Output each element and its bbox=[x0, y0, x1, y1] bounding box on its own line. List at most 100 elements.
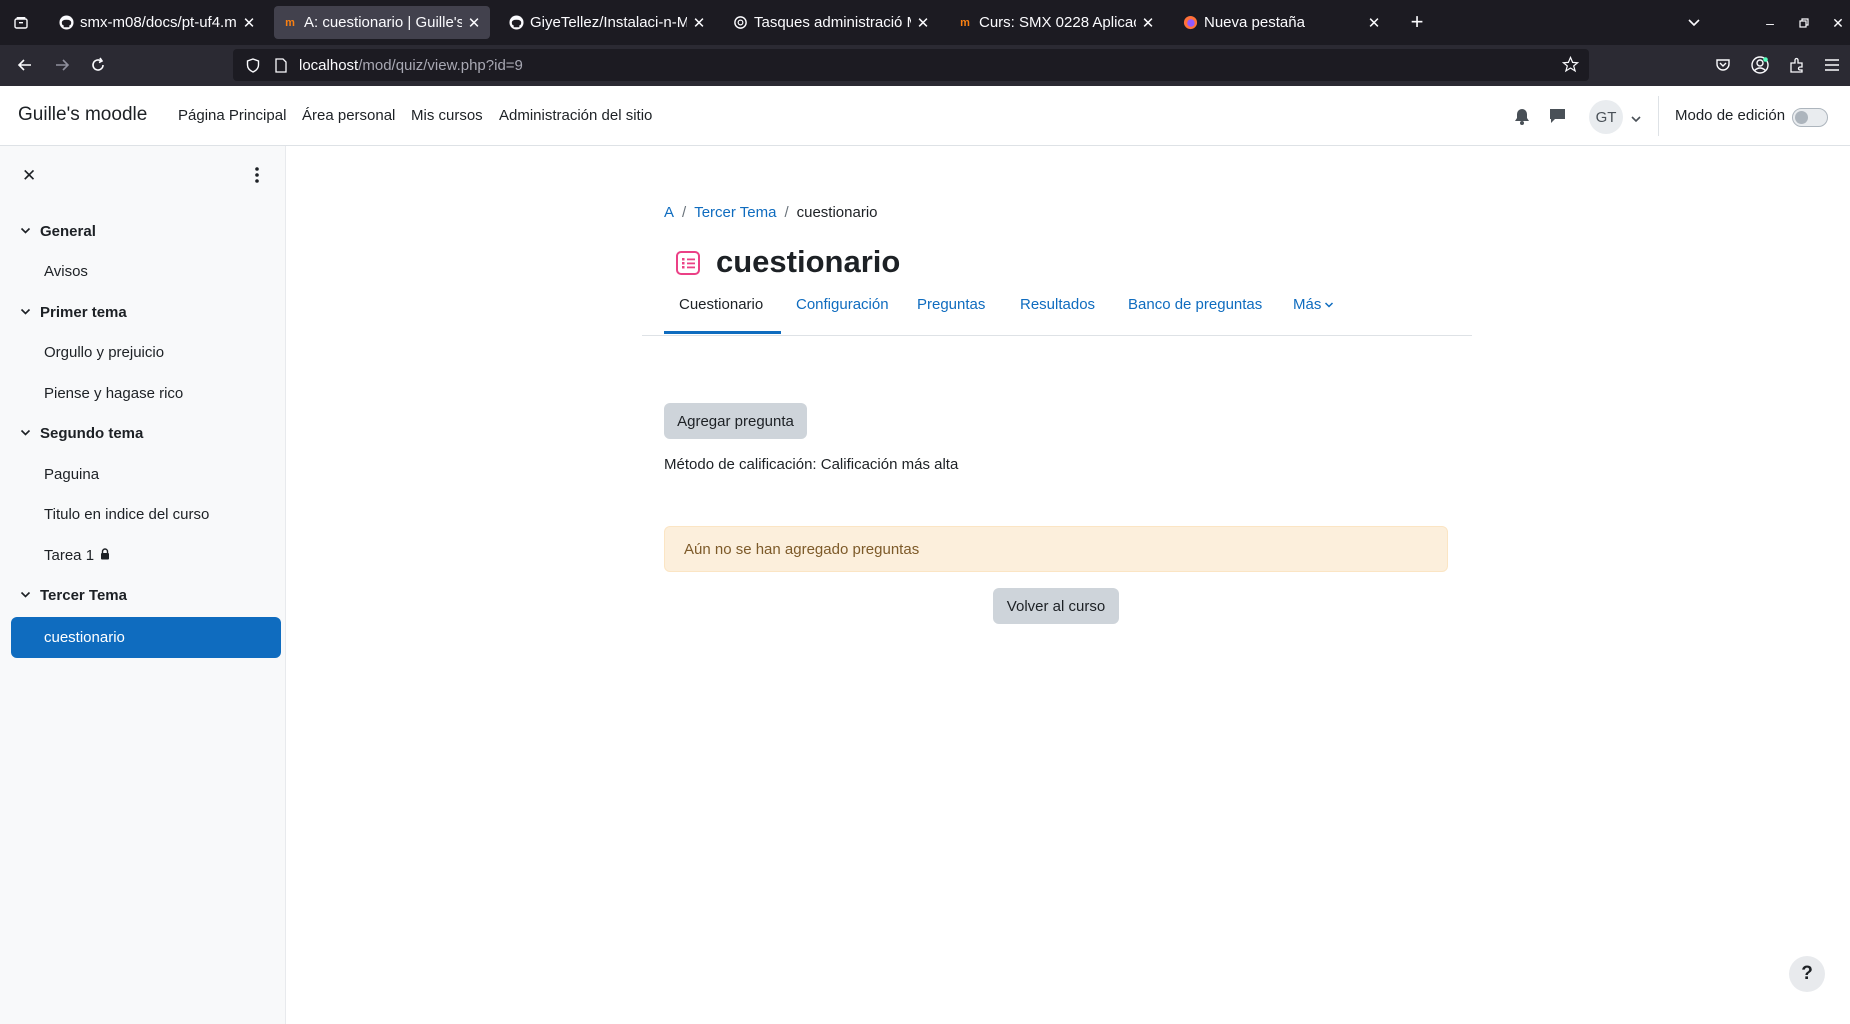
help-button[interactable]: ? bbox=[1789, 956, 1825, 992]
browser-tab[interactable]: GiyeTellez/Instalaci-n-Moodle ✕ bbox=[500, 6, 715, 39]
tab-title: GiyeTellez/Instalaci-n-Moodle bbox=[530, 14, 687, 31]
no-questions-alert: Aún no se han agregado preguntas bbox=[664, 526, 1448, 572]
moodle-icon: m bbox=[960, 16, 970, 29]
minimize-icon[interactable]: – bbox=[1758, 11, 1782, 35]
chevron-down-icon[interactable] bbox=[20, 428, 40, 440]
nav-link-my-courses[interactable]: Mis cursos bbox=[411, 107, 483, 124]
chevron-down-icon[interactable] bbox=[20, 590, 40, 602]
restore-icon[interactable] bbox=[1792, 11, 1816, 35]
breadcrumb-course[interactable]: A bbox=[664, 204, 674, 221]
edit-mode-label: Modo de edición bbox=[1675, 107, 1786, 124]
browser-tab-active[interactable]: m A: cuestionario | Guille's moodle ✕ bbox=[274, 6, 490, 39]
chevron-down-icon bbox=[1324, 296, 1334, 313]
breadcrumb-section[interactable]: Tercer Tema bbox=[694, 204, 776, 221]
nav-link-site-admin[interactable]: Administración del sitio bbox=[499, 107, 652, 124]
course-item-paguina[interactable]: Paguina bbox=[44, 466, 99, 483]
section-title: Primer tema bbox=[40, 304, 127, 321]
url-path: /mod/quiz/view.php?id=9 bbox=[358, 56, 523, 74]
site-navbar: Guille's moodle Página Principal Área pe… bbox=[0, 86, 1850, 146]
chevron-down-icon[interactable] bbox=[20, 226, 40, 238]
close-tab-icon[interactable]: ✕ bbox=[1366, 14, 1382, 32]
github-icon bbox=[508, 15, 524, 31]
browser-tab[interactable]: m Curs: SMX 0228 Aplicacions ✕ bbox=[949, 6, 1164, 39]
course-item-titulo[interactable]: Titulo en indice del curso bbox=[44, 506, 209, 523]
forward-arrow-icon[interactable] bbox=[50, 53, 74, 77]
grading-method-text: Método de calificación: Calificación más… bbox=[664, 456, 959, 473]
section-general[interactable]: General bbox=[20, 223, 96, 240]
shield-icon[interactable] bbox=[241, 57, 265, 73]
new-tab-plus-icon[interactable]: + bbox=[1405, 9, 1429, 34]
app-menu-icon[interactable] bbox=[1820, 53, 1844, 77]
user-menu-chevron-down-icon[interactable] bbox=[1630, 111, 1642, 129]
back-arrow-icon[interactable] bbox=[13, 53, 37, 77]
breadcrumb-separator: / bbox=[784, 204, 789, 221]
back-to-course-button[interactable]: Volver al curso bbox=[993, 588, 1119, 624]
page-title: cuestionario bbox=[716, 244, 901, 279]
account-icon[interactable] bbox=[1748, 53, 1772, 77]
chat-bubble-icon[interactable] bbox=[1549, 108, 1566, 129]
browser-tab[interactable]: Tasques administració Moodle ✕ bbox=[724, 6, 939, 39]
bookmark-star-icon[interactable] bbox=[1561, 55, 1580, 77]
browser-tab-bar: smx-m08/docs/pt-uf4.md ✕ m A: cuestionar… bbox=[0, 0, 1850, 45]
nav-link-dashboard[interactable]: Área personal bbox=[302, 107, 395, 124]
close-tab-icon[interactable]: ✕ bbox=[241, 14, 257, 32]
navbar-divider bbox=[1658, 96, 1659, 136]
tab-results[interactable]: Resultados bbox=[1020, 296, 1095, 313]
close-drawer-icon[interactable]: ✕ bbox=[22, 166, 36, 186]
site-brand[interactable]: Guille's moodle bbox=[18, 104, 147, 126]
secondary-navigation: Cuestionario Configuración Preguntas Res… bbox=[642, 278, 1472, 336]
close-tab-icon[interactable]: ✕ bbox=[691, 14, 707, 32]
avatar[interactable]: GT bbox=[1589, 100, 1623, 134]
extensions-puzzle-icon[interactable] bbox=[1785, 53, 1809, 77]
course-item-cuestionario-active[interactable]: cuestionario bbox=[11, 617, 281, 658]
tab-questions[interactable]: Preguntas bbox=[917, 296, 985, 313]
tab-title: Tasques administració Moodle bbox=[754, 14, 911, 31]
chevron-down-icon[interactable] bbox=[20, 307, 40, 319]
close-tab-icon[interactable]: ✕ bbox=[466, 14, 482, 32]
browser-tab[interactable]: smx-m08/docs/pt-uf4.md ✕ bbox=[50, 6, 265, 39]
add-question-button[interactable]: Agregar pregunta bbox=[664, 403, 807, 439]
breadcrumb: A / Tercer Tema / cuestionario bbox=[664, 204, 878, 221]
course-item-avisos[interactable]: Avisos bbox=[44, 263, 88, 280]
breadcrumb-current: cuestionario bbox=[796, 204, 878, 221]
bell-icon[interactable] bbox=[1514, 108, 1530, 130]
url-bar[interactable]: localhost/mod/quiz/view.php?id=9 bbox=[233, 49, 1589, 81]
close-tab-icon[interactable]: ✕ bbox=[1140, 14, 1156, 32]
tab-settings[interactable]: Configuración bbox=[796, 296, 889, 313]
breadcrumb-separator: / bbox=[682, 204, 687, 221]
course-item-piense[interactable]: Piense y hagase rico bbox=[44, 385, 183, 402]
course-item-label: Tarea 1 bbox=[44, 547, 95, 564]
firefox-icon bbox=[1182, 15, 1198, 31]
browser-tab[interactable]: Nueva pestaña ✕ bbox=[1174, 6, 1390, 39]
close-tab-icon[interactable]: ✕ bbox=[915, 14, 931, 32]
pocket-icon[interactable] bbox=[1711, 53, 1735, 77]
edit-mode-toggle[interactable] bbox=[1792, 108, 1828, 127]
nav-link-home[interactable]: Página Principal bbox=[178, 107, 286, 124]
page-info-icon[interactable] bbox=[271, 57, 291, 73]
list-all-tabs-chevron-icon[interactable] bbox=[1682, 10, 1706, 34]
tab-title: Nueva pestaña bbox=[1204, 14, 1305, 31]
tab-title: A: cuestionario | Guille's moodle bbox=[304, 14, 462, 31]
tab-overview-icon[interactable] bbox=[9, 11, 33, 35]
course-item-orgullo[interactable]: Orgullo y prejuicio bbox=[44, 344, 164, 361]
url-host: localhost bbox=[299, 56, 359, 74]
openai-icon bbox=[732, 15, 748, 31]
tab-more-label: Más bbox=[1293, 296, 1322, 313]
main-content: A / Tercer Tema / cuestionario cuestionario … bbox=[286, 146, 1850, 1024]
tab-title: smx-m08/docs/pt-uf4.md bbox=[80, 14, 237, 31]
tab-more[interactable]: Más bbox=[1293, 296, 1334, 313]
active-tab-indicator bbox=[664, 331, 781, 334]
lock-icon bbox=[100, 547, 110, 564]
section-segundo-tema[interactable]: Segundo tema bbox=[20, 425, 143, 442]
kebab-menu-icon[interactable] bbox=[254, 166, 260, 189]
section-primer-tema[interactable]: Primer tema bbox=[20, 304, 127, 321]
moodle-icon: m bbox=[285, 16, 295, 29]
section-tercer-tema[interactable]: Tercer Tema bbox=[20, 587, 127, 604]
tab-question-bank[interactable]: Banco de preguntas bbox=[1128, 296, 1262, 313]
course-item-tarea[interactable]: Tarea 1 bbox=[44, 547, 110, 564]
tab-quiz[interactable]: Cuestionario bbox=[679, 296, 763, 313]
section-title: Segundo tema bbox=[40, 425, 144, 442]
close-window-icon[interactable]: ✕ bbox=[1826, 11, 1850, 35]
reload-icon[interactable] bbox=[86, 53, 110, 77]
tab-title: Curs: SMX 0228 Aplicacions bbox=[979, 14, 1136, 31]
